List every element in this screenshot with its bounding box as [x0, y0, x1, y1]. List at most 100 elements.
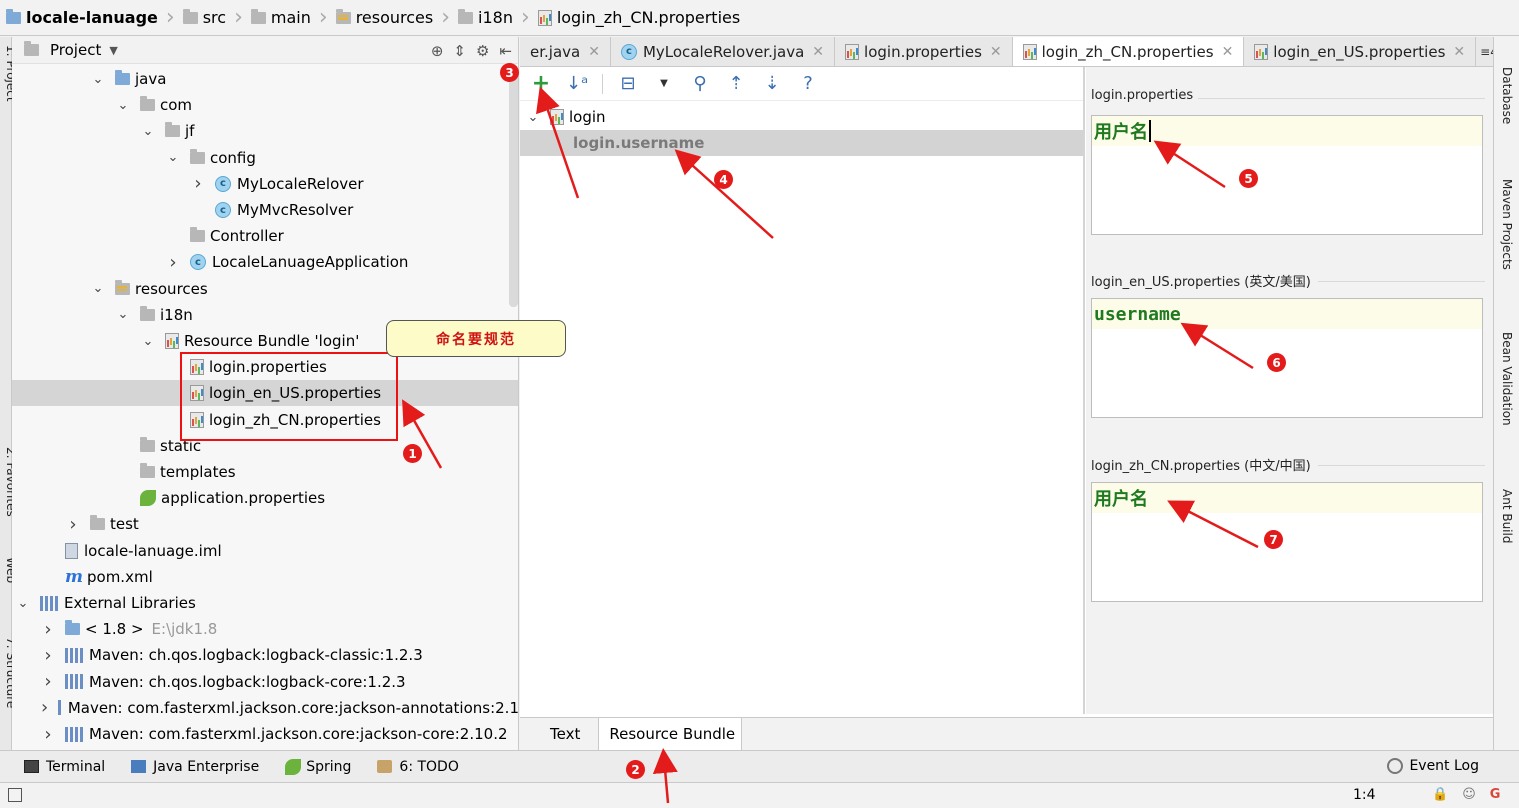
chevron-right-icon[interactable]: ›	[166, 252, 180, 273]
tree-item[interactable]: ⌄ config	[12, 145, 518, 171]
locate-icon[interactable]: ⊕	[431, 42, 444, 60]
close-icon[interactable]: ✕	[1222, 44, 1234, 60]
tool-window-todo[interactable]: 6: TODO	[377, 759, 459, 775]
tool-window-terminal[interactable]: Terminal	[24, 759, 105, 775]
value-editor-zh-cn[interactable]: 用户名	[1091, 482, 1483, 602]
chevron-right-icon[interactable]: ›	[41, 697, 48, 718]
left-tool-strip: 1: Project 2: Favorites Web 7: Structure	[0, 37, 18, 750]
tree-item[interactable]: › c LocaleLanuageApplication	[12, 249, 518, 275]
breadcrumb-item-project[interactable]: locale-lanuage	[0, 0, 164, 36]
caret-position[interactable]: 1:4	[1353, 787, 1376, 803]
tree-item[interactable]: application.properties	[12, 485, 518, 511]
chevron-down-icon[interactable]: ▼	[109, 44, 117, 57]
tree-item[interactable]: › < 1.8 > E:\jdk1.8	[12, 616, 518, 642]
chevron-down-icon[interactable]: ⌄	[166, 150, 180, 165]
tree-item-label: resources	[135, 279, 208, 298]
tree-item[interactable]: › Maven: ch.qos.logback:logback-core:1.2.…	[12, 669, 518, 695]
editor-tab[interactable]: er.java ✕	[520, 37, 611, 66]
tree-item[interactable]: › Maven: com.fasterxml.jackson.core:jacks…	[12, 695, 518, 721]
close-icon[interactable]: ✕	[990, 44, 1002, 60]
add-property-button[interactable]: +	[530, 71, 552, 96]
breadcrumb-item-src[interactable]: src	[177, 0, 232, 36]
tree-item[interactable]: ⌄ com	[12, 92, 518, 118]
tree-item[interactable]: locale-lanuage.iml	[12, 538, 518, 564]
tree-item[interactable]: › c MyLocaleRelover	[12, 171, 518, 197]
tree-item[interactable]: m pom.xml	[12, 564, 518, 590]
tool-window-spring[interactable]: Spring	[285, 758, 351, 775]
tool-windows-toggle-icon[interactable]	[8, 788, 22, 802]
tool-window-ant-build[interactable]: Ant Build	[1500, 489, 1514, 543]
chevron-right-icon[interactable]: ›	[66, 514, 80, 535]
lock-icon[interactable]: 🔒	[1432, 787, 1448, 802]
tool-window-bean-validation[interactable]: Bean Validation	[1500, 332, 1514, 426]
chevron-right-icon[interactable]: ›	[41, 671, 55, 692]
tree-item[interactable]: c MyMvcResolver	[12, 197, 518, 223]
close-icon[interactable]: ✕	[588, 44, 600, 60]
chevron-down-icon[interactable]: ▼	[653, 78, 675, 89]
expand-all-icon[interactable]: ⇡	[725, 73, 747, 94]
google-icon: G	[1489, 787, 1501, 802]
help-icon[interactable]: ?	[797, 73, 819, 94]
breadcrumb-item-file[interactable]: login_zh_CN.properties	[532, 0, 746, 36]
tree-item[interactable]: Controller	[12, 223, 518, 249]
editor-tab[interactable]: login_en_US.properties ✕	[1244, 37, 1477, 66]
sort-alphabetically-button[interactable]: ↓ᵃ	[566, 73, 588, 94]
tool-window-maven[interactable]: Maven Projects	[1500, 179, 1514, 270]
chevron-down-icon[interactable]: ⌄	[16, 596, 30, 611]
chevron-down-icon[interactable]: ⌄	[116, 98, 130, 113]
chevron-down-icon[interactable]: ⌄	[141, 334, 155, 349]
editor-tab[interactable]: login_zh_CN.properties ✕	[1012, 37, 1245, 66]
filter-icon[interactable]: ⚲	[689, 73, 711, 94]
value-editor-en-us[interactable]: username	[1091, 298, 1483, 418]
breadcrumb-item-resources[interactable]: resources	[330, 0, 440, 36]
close-icon[interactable]: ✕	[1453, 44, 1465, 60]
event-log-button[interactable]: Event Log	[1387, 758, 1479, 774]
project-panel-title[interactable]: Project	[50, 41, 101, 59]
chevron-right-icon[interactable]: ›	[41, 724, 55, 745]
tree-item-label: Maven: com.fasterxml.jackson.core:jackso…	[89, 725, 508, 743]
chevron-right-icon[interactable]: ›	[41, 619, 55, 640]
chevron-down-icon[interactable]: ⌄	[91, 72, 105, 87]
chevron-down-icon[interactable]: ⌄	[91, 281, 105, 296]
tool-window-database[interactable]: Database	[1500, 67, 1514, 124]
chevron-right-icon[interactable]: ›	[41, 645, 55, 666]
editor-tab[interactable]: c MyLocaleRelover.java ✕	[611, 37, 836, 66]
tree-item[interactable]: ⌄ External Libraries	[12, 590, 518, 616]
close-icon[interactable]: ✕	[812, 44, 824, 60]
folder-blue-icon	[115, 70, 130, 85]
editor-tab[interactable]: login.properties ✕	[835, 37, 1013, 66]
text-caret	[1149, 120, 1151, 142]
tree-item[interactable]: ⌄ resources	[12, 276, 518, 302]
tree-item[interactable]: › Maven: ch.qos.logback:logback-classic:1…	[12, 642, 518, 668]
project-scrollbar[interactable]	[509, 67, 518, 307]
tab-resource-bundle[interactable]: Resource Bundle	[599, 718, 743, 750]
tab-text[interactable]: Text	[532, 718, 600, 750]
tool-window-java-enterprise[interactable]: Java Enterprise	[131, 759, 259, 775]
breadcrumb-item-main[interactable]: main	[245, 0, 317, 36]
chevron-down-icon[interactable]: ⌄	[141, 124, 155, 139]
breadcrumb-label: locale-lanuage	[26, 8, 158, 27]
group-by-prefix-button[interactable]: ⊟	[617, 73, 639, 94]
hide-panel-icon[interactable]: ⇤	[499, 42, 512, 60]
collapse-all-icon[interactable]: ⇣	[761, 73, 783, 94]
tree-item[interactable]: templates	[12, 459, 518, 485]
breadcrumb-item-i18n[interactable]: i18n	[452, 0, 519, 36]
tree-item-label: java	[135, 70, 167, 88]
tree-item[interactable]: ⌄ java	[12, 66, 518, 92]
tree-item[interactable]: › Maven: com.fasterxml.jackson.core:jacks…	[12, 721, 518, 747]
tabs-overflow-button[interactable]: ≡4	[1476, 37, 1493, 66]
tree-item[interactable]: › test	[12, 511, 518, 537]
chevron-down-icon[interactable]: ⌄	[116, 307, 130, 322]
value-editor-default[interactable]: 用户名	[1091, 115, 1483, 235]
annotation-badge-3: 3	[500, 63, 519, 82]
key-group-row[interactable]: ⌄ login	[520, 104, 1083, 130]
chevron-right-icon[interactable]: ›	[191, 173, 205, 194]
tree-item[interactable]: ⌄ jf	[12, 118, 518, 144]
collapse-all-icon[interactable]: ⇕	[453, 42, 466, 60]
editor-splitter[interactable]	[1083, 67, 1085, 714]
chevron-down-icon[interactable]: ⌄	[526, 110, 540, 125]
inspector-icon[interactable]: ☺	[1462, 787, 1476, 802]
gear-icon[interactable]: ⚙	[476, 42, 489, 60]
annotation-badge-2: 2	[626, 760, 645, 779]
key-row-selected[interactable]: login.username	[520, 130, 1083, 156]
